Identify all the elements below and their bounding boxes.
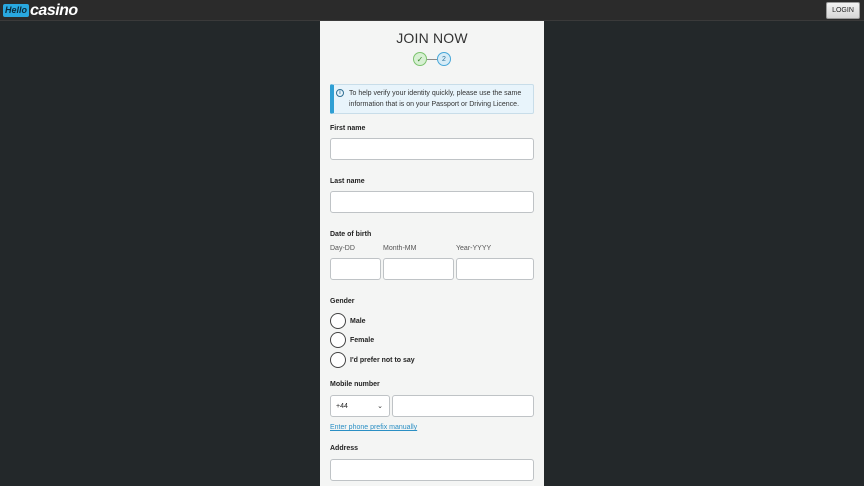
enter-prefix-manually-link[interactable]: Enter phone prefix manually bbox=[330, 424, 417, 431]
gender-option-male[interactable]: Male bbox=[330, 313, 366, 329]
info-icon: i bbox=[336, 89, 344, 97]
gender-option-prefer-not[interactable]: I'd prefer not to say bbox=[330, 352, 415, 368]
step-indicator: ✓ 2 bbox=[413, 52, 451, 66]
chevron-down-icon: ⌄ bbox=[377, 403, 383, 410]
radio-female[interactable] bbox=[330, 332, 346, 348]
dob-day-label: Day-DD bbox=[330, 245, 355, 252]
identity-info-box: i To help verify your identity quickly, … bbox=[330, 84, 534, 114]
gender-option-female[interactable]: Female bbox=[330, 332, 374, 348]
check-icon: ✓ bbox=[413, 52, 427, 66]
gender-label: Gender bbox=[330, 298, 355, 305]
dob-label: Date of birth bbox=[330, 231, 372, 238]
last-name-label: Last name bbox=[330, 178, 365, 185]
step-connector bbox=[427, 58, 437, 60]
first-name-input[interactable] bbox=[330, 138, 534, 160]
info-text: To help verify your identity quickly, pl… bbox=[349, 90, 522, 108]
hello-casino-logo[interactable]: Hello casino bbox=[3, 2, 78, 19]
dob-day-input[interactable] bbox=[330, 258, 381, 280]
mobile-label: Mobile number bbox=[330, 381, 380, 388]
radio-male[interactable] bbox=[330, 313, 346, 329]
radio-prefer-not[interactable] bbox=[330, 352, 346, 368]
dob-month-input[interactable] bbox=[383, 258, 454, 280]
dob-year-input[interactable] bbox=[456, 258, 534, 280]
mobile-number-input[interactable] bbox=[392, 395, 534, 417]
first-name-label: First name bbox=[330, 125, 366, 132]
address-input[interactable] bbox=[330, 459, 534, 481]
dob-year-label: Year-YYYY bbox=[456, 245, 492, 252]
logo-hello: Hello bbox=[3, 4, 30, 17]
address-label: Address bbox=[330, 445, 359, 452]
logo-casino: casino bbox=[30, 2, 78, 19]
phone-prefix-value: +44 bbox=[336, 402, 348, 410]
radio-label: Female bbox=[350, 336, 375, 344]
phone-prefix-select[interactable]: +44 ⌄ bbox=[330, 395, 390, 417]
radio-label: I'd prefer not to say bbox=[350, 356, 415, 364]
step-current: 2 bbox=[437, 52, 451, 66]
registration-panel: JOIN NOW ✓ 2 i To help verify your ident… bbox=[320, 21, 544, 486]
last-name-input[interactable] bbox=[330, 191, 534, 213]
dob-month-label: Month-MM bbox=[383, 245, 417, 252]
login-button[interactable]: LOGIN bbox=[826, 2, 860, 19]
page-title: JOIN NOW bbox=[396, 30, 468, 46]
top-bar: Hello casino LOGIN bbox=[0, 0, 864, 21]
radio-label: Male bbox=[350, 317, 366, 325]
